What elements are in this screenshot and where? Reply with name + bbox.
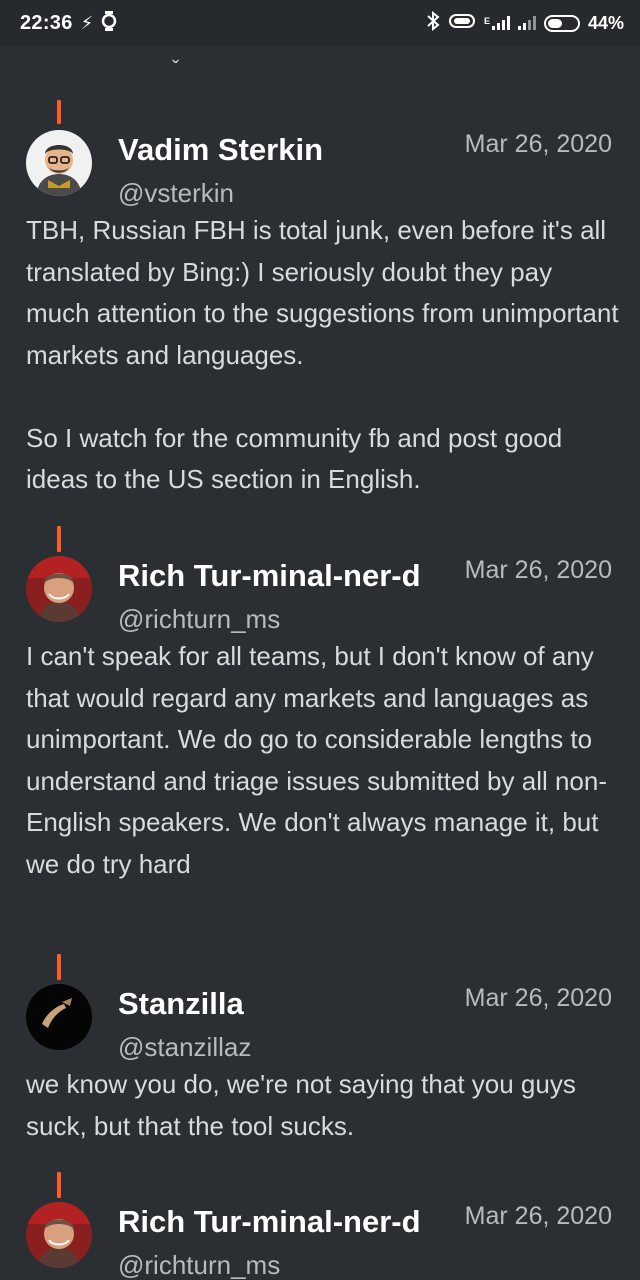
status-bar: 22:36 ⚡ E 44%	[0, 0, 640, 46]
status-time: 22:36	[20, 11, 73, 34]
tweet-paragraph: I can't speak for all teams, but I don't…	[26, 641, 608, 879]
thread-connector	[57, 1172, 61, 1198]
thread-connector	[57, 100, 61, 124]
post-date: Mar 26, 2020	[464, 1202, 612, 1230]
tweet-text: TBH, Russian FBH is total junk, even bef…	[26, 210, 622, 501]
avatar[interactable]	[26, 130, 92, 196]
watch-icon	[101, 10, 117, 36]
signal-icon: E	[484, 16, 510, 30]
author-handle[interactable]: @richturn_ms	[118, 1250, 280, 1280]
tweet-paragraph: TBH, Russian FBH is total junk, even bef…	[26, 215, 619, 370]
author-handle[interactable]: @richturn_ms	[118, 604, 280, 635]
signal-icon-2	[517, 16, 536, 30]
post-date: Mar 26, 2020	[464, 984, 612, 1012]
author-name[interactable]: Stanzilla	[118, 986, 244, 1022]
status-bar-left: 22:36 ⚡	[20, 10, 117, 36]
bluetooth-icon	[426, 10, 440, 36]
charging-icon: ⚡	[80, 13, 94, 33]
thread-feed[interactable]: ˇ Vadim Sterkin Mar 26, 2020 @vsterkin T…	[0, 46, 640, 1280]
author-name[interactable]: Rich Tur-minal-ner-d	[118, 1204, 421, 1240]
tweet-text: I can't speak for all teams, but I don't…	[26, 636, 622, 885]
previous-content-fragment: ˇ	[172, 56, 180, 81]
battery-percent: 44%	[587, 12, 624, 33]
post-date: Mar 26, 2020	[464, 556, 612, 584]
author-name[interactable]: Rich Tur-minal-ner-d	[118, 558, 421, 594]
avatar[interactable]	[26, 1202, 92, 1268]
thread-connector	[57, 526, 61, 552]
thread-connector	[57, 954, 61, 980]
avatar[interactable]	[26, 984, 92, 1050]
post-date: Mar 26, 2020	[464, 130, 612, 158]
author-handle[interactable]: @stanzillaz	[118, 1032, 251, 1063]
vibrate-icon	[448, 13, 476, 34]
battery-icon	[543, 14, 580, 32]
author-name[interactable]: Vadim Sterkin	[118, 132, 323, 168]
network-type-label: E	[483, 16, 490, 26]
avatar[interactable]	[26, 556, 92, 622]
author-handle[interactable]: @vsterkin	[118, 178, 234, 209]
status-bar-right: E 44%	[426, 10, 624, 36]
tweet-text: we know you do, we're not saying that yo…	[26, 1064, 622, 1147]
tweet-paragraph: we know you do, we're not saying that yo…	[26, 1069, 576, 1141]
tweet-paragraph: So I watch for the community fb and post…	[26, 422, 563, 495]
